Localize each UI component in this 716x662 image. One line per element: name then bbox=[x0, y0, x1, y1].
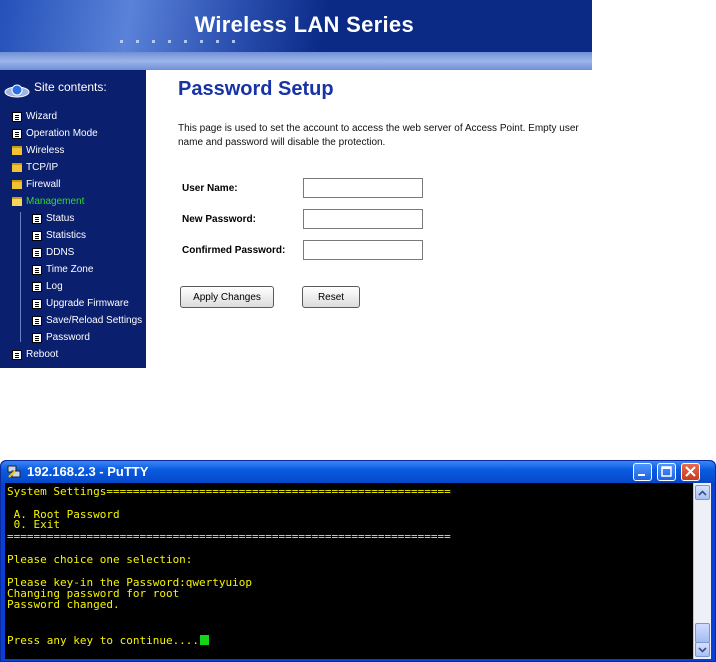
sidebar-item-time-zone[interactable]: Time Zone bbox=[32, 264, 93, 275]
terminal-cursor bbox=[200, 635, 210, 645]
banner-bar bbox=[0, 52, 592, 70]
sidebar-item-label: Management bbox=[26, 196, 85, 207]
sidebar-item-operation-mode[interactable]: Operation Mode bbox=[12, 128, 98, 139]
terminal[interactable]: System Settings=========================… bbox=[5, 483, 693, 659]
sidebar-item-label: Status bbox=[46, 213, 75, 224]
sidebar-item-label: Upgrade Firmware bbox=[46, 298, 129, 309]
sidebar-item-management[interactable]: Management bbox=[12, 196, 84, 207]
sidebar-item-password[interactable]: Password bbox=[32, 332, 90, 343]
scroll-down-button[interactable] bbox=[695, 642, 710, 657]
sidebar-item-label: TCP/IP bbox=[26, 162, 59, 173]
close-icon bbox=[685, 466, 696, 477]
banner-dots bbox=[120, 40, 240, 43]
user-name-input[interactable] bbox=[303, 178, 423, 198]
terminal-line: System Settings=========================… bbox=[7, 485, 451, 498]
folder-icon bbox=[12, 163, 22, 172]
sidebar-item-wireless[interactable]: Wireless bbox=[12, 145, 64, 156]
page-icon bbox=[32, 281, 42, 292]
sidebar-item-label: Log bbox=[46, 281, 63, 292]
terminal-line: ========================================… bbox=[7, 530, 451, 543]
page-icon bbox=[32, 230, 42, 241]
sidebar-item-label: Wireless bbox=[26, 145, 65, 156]
sidebar-item-label: Save/Reload Settings bbox=[46, 315, 143, 326]
terminal-line: 0. Exit bbox=[7, 518, 60, 531]
close-button[interactable] bbox=[681, 463, 700, 481]
window-title: 192.168.2.3 - PuTTY bbox=[27, 464, 149, 479]
sidebar-item-log[interactable]: Log bbox=[32, 281, 63, 292]
confirmed-password-label: Confirmed Password: bbox=[182, 245, 286, 256]
page-icon bbox=[32, 298, 42, 309]
router-web-ui: Wireless LAN Series Site contents: Wizar… bbox=[0, 0, 592, 368]
folder-open-icon bbox=[12, 197, 22, 206]
page-icon bbox=[32, 247, 42, 258]
sidebar-item-save-reload-settings[interactable]: Save/Reload Settings bbox=[32, 315, 146, 326]
banner-title: Wireless LAN Series bbox=[194, 12, 414, 37]
page-icon bbox=[32, 332, 42, 343]
sidebar-item-firewall[interactable]: Firewall bbox=[12, 179, 60, 190]
terminal-line: Please choice one selection: bbox=[7, 553, 193, 566]
putty-icon bbox=[7, 465, 21, 478]
site-contents-label: Site contents: bbox=[34, 80, 107, 94]
minimize-icon bbox=[638, 474, 645, 476]
sidebar-item-tcpip[interactable]: TCP/IP bbox=[12, 162, 58, 173]
main-content: Password Setup This page is used to set … bbox=[146, 70, 592, 368]
user-name-label: User Name: bbox=[182, 183, 238, 194]
confirmed-password-input[interactable] bbox=[303, 240, 423, 260]
terminal-prompt-line: Press any key to continue.... bbox=[7, 634, 210, 647]
folder-icon bbox=[12, 180, 22, 189]
title-bar[interactable]: 192.168.2.3 - PuTTY bbox=[1, 461, 715, 483]
chevron-up-icon bbox=[698, 489, 707, 496]
sidebar-item-label: Password bbox=[46, 332, 90, 343]
page-icon bbox=[12, 111, 22, 122]
globe-icon bbox=[4, 84, 30, 98]
sidebar-item-reboot[interactable]: Reboot bbox=[12, 349, 58, 360]
apply-changes-button[interactable]: Apply Changes bbox=[180, 286, 274, 308]
new-password-label: New Password: bbox=[182, 214, 256, 225]
page-icon bbox=[32, 213, 42, 224]
reset-button[interactable]: Reset bbox=[302, 286, 360, 308]
terminal-line: Press any key to continue.... bbox=[7, 634, 200, 647]
page-description: This page is used to set the account to … bbox=[178, 123, 579, 148]
sidebar-item-status[interactable]: Status bbox=[32, 213, 74, 224]
sidebar-item-label: Wizard bbox=[26, 111, 58, 122]
scrollbar[interactable] bbox=[693, 483, 711, 659]
sidebar-item-label: Reboot bbox=[26, 349, 59, 360]
folder-icon bbox=[12, 146, 22, 155]
tree-line bbox=[20, 212, 21, 342]
page-title: Password Setup bbox=[178, 78, 334, 100]
sidebar-item-ddns[interactable]: DDNS bbox=[32, 247, 74, 258]
sidebar-item-label: Statistics bbox=[46, 230, 87, 241]
page-icon bbox=[12, 128, 22, 139]
terminal-line: Password changed. bbox=[7, 598, 120, 611]
banner: Wireless LAN Series bbox=[0, 0, 592, 52]
sidebar-item-label: Time Zone bbox=[46, 264, 94, 275]
scrollbar-thumb[interactable] bbox=[695, 623, 710, 643]
page-icon bbox=[32, 264, 42, 275]
sidebar-item-upgrade-firmware[interactable]: Upgrade Firmware bbox=[32, 298, 129, 309]
minimize-button[interactable] bbox=[633, 463, 652, 481]
maximize-icon bbox=[661, 466, 672, 477]
putty-window: 192.168.2.3 - PuTTY System Settings=====… bbox=[0, 460, 716, 662]
sidebar-item-label: Operation Mode bbox=[26, 128, 98, 139]
page-icon bbox=[12, 349, 22, 360]
maximize-button[interactable] bbox=[657, 463, 676, 481]
sidebar: Site contents: Wizard Operation Mode Wir… bbox=[0, 70, 146, 368]
scroll-up-button[interactable] bbox=[695, 485, 710, 500]
sidebar-item-wizard[interactable]: Wizard bbox=[12, 111, 57, 122]
sidebar-item-label: DDNS bbox=[46, 247, 75, 258]
sidebar-item-statistics[interactable]: Statistics bbox=[32, 230, 86, 241]
chevron-down-icon bbox=[698, 646, 707, 653]
page-icon bbox=[32, 315, 42, 326]
new-password-input[interactable] bbox=[303, 209, 423, 229]
sidebar-item-label: Firewall bbox=[26, 179, 61, 190]
